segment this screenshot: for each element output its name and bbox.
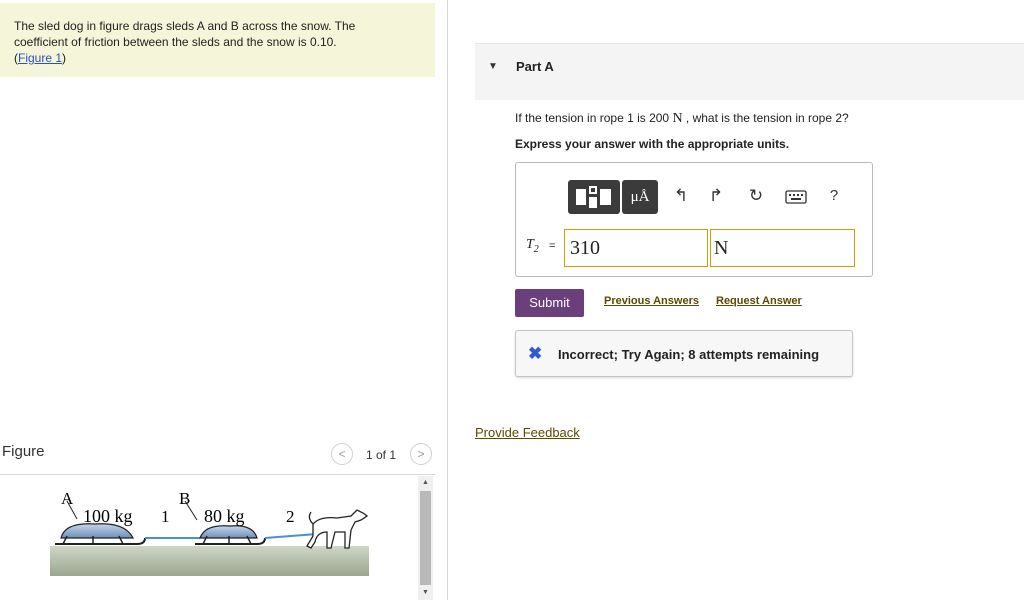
figure-link-paren-close: ): [62, 51, 67, 65]
answer-symbol: T2: [526, 237, 539, 255]
rope-2-label: 2: [286, 507, 295, 526]
answer-unit-input[interactable]: N: [710, 229, 855, 267]
sled-a-letter: A: [61, 489, 74, 508]
sled-a-mass: 100 kg: [83, 506, 133, 526]
sled-dog-figure: A 100 kg 1 B 80 kg 2: [50, 489, 369, 576]
templates-button[interactable]: [568, 180, 620, 214]
figure-link-row: (Figure 1): [14, 50, 421, 66]
answer-equals: =: [549, 240, 556, 252]
figure-divider: [0, 474, 435, 475]
part-header[interactable]: ▼ Part A: [475, 43, 1024, 100]
incorrect-x-icon: ✖: [528, 344, 543, 363]
redo-icon[interactable]: ↱: [706, 186, 726, 206]
figure-scrollbar[interactable]: ▲ ▼: [418, 476, 433, 600]
figure-pager-text: 1 of 1: [366, 448, 397, 462]
sled-b-mass: 80 kg: [204, 506, 245, 526]
dog: [306, 509, 369, 549]
undo-icon[interactable]: ↰: [671, 186, 691, 206]
feedback-message: Incorrect; Try Again; 8 attempts remaini…: [558, 347, 820, 362]
answer-symbol-sub: 2: [533, 243, 539, 255]
feedback-message-box: ✖ Incorrect; Try Again; 8 attempts remai…: [515, 330, 853, 377]
provide-feedback-link[interactable]: Provide Feedback: [475, 425, 580, 440]
answer-symbol-letter: T: [526, 237, 534, 252]
keyboard-icon[interactable]: [784, 186, 808, 206]
scroll-up-arrow-icon[interactable]: ▲: [418, 476, 433, 490]
reset-icon[interactable]: ↻: [746, 186, 766, 206]
figure-next-button[interactable]: >: [410, 443, 432, 465]
question-post: , what is the tension in rope 2?: [685, 111, 849, 125]
help-icon[interactable]: ?: [824, 186, 844, 206]
answer-value-input[interactable]: 310: [564, 229, 708, 267]
figure-heading: Figure: [2, 443, 45, 460]
templates-icon: [576, 186, 611, 208]
submit-button[interactable]: Submit: [515, 289, 584, 317]
instruction-text: Express your answer with the appropriate…: [515, 137, 790, 151]
question-text: If the tension in rope 1 is 200 N , what…: [515, 111, 849, 127]
scroll-thumb[interactable]: [420, 491, 431, 585]
sled-b-letter: B: [179, 489, 190, 508]
rope-2: [264, 533, 318, 539]
problem-statement: The sled dog in figure drags sleds A and…: [0, 3, 435, 77]
previous-answers-link[interactable]: Previous Answers: [604, 295, 699, 307]
part-title: Part A: [516, 59, 554, 74]
scroll-down-arrow-icon[interactable]: ▼: [418, 586, 433, 600]
answer-box: μÅ ↰ ↱ ↻ ? T2 = 310 N: [515, 162, 873, 277]
figure-prev-button[interactable]: <: [331, 443, 353, 465]
question-pre: If the tension in rope 1 is 200: [515, 111, 670, 125]
question-unit: N: [672, 111, 683, 126]
rope-1-label: 1: [161, 507, 170, 526]
units-icon: μÅ: [630, 189, 650, 205]
units-button[interactable]: μÅ: [622, 180, 658, 214]
ground: [50, 546, 369, 576]
problem-line-1: The sled dog in figure drags sleds A and…: [14, 19, 356, 33]
figure-link[interactable]: Figure 1: [18, 51, 62, 65]
caret-down-icon[interactable]: ▼: [488, 61, 498, 72]
problem-line-2: coefficient of friction between the sled…: [14, 35, 337, 49]
request-answer-link[interactable]: Request Answer: [716, 295, 802, 307]
column-divider: [447, 0, 448, 600]
